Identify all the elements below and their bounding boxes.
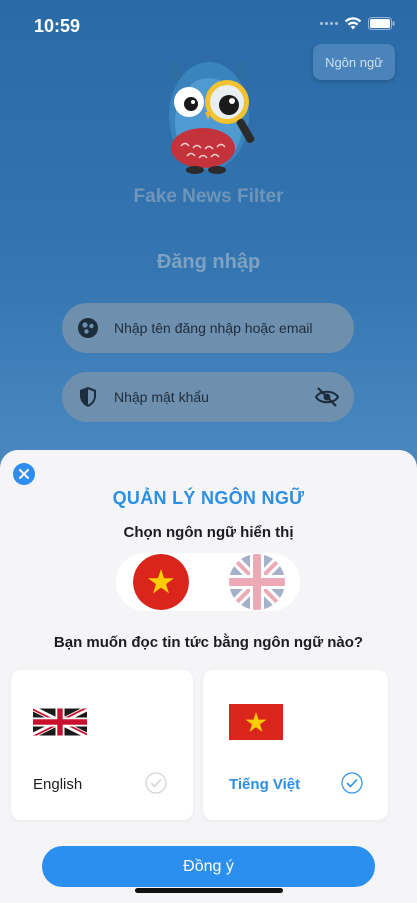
battery-icon [368, 16, 395, 30]
shield-icon [76, 385, 100, 409]
status-bar: 10:59 [0, 0, 417, 50]
language-button[interactable]: Ngôn ngữ [313, 44, 395, 80]
display-language-toggle[interactable] [116, 553, 300, 611]
confirm-button[interactable]: Đồng ý [42, 846, 375, 887]
status-icons [320, 16, 395, 30]
language-sheet: QUẢN LÝ NGÔN NGỮ Chọn ngôn ngữ hiển thị [0, 450, 417, 903]
password-field[interactable]: Nhập mật khẩu [62, 372, 354, 422]
uk-flag-icon [33, 708, 87, 736]
login-title: Đăng nhập [156, 251, 261, 273]
status-time: 10:59 [34, 16, 81, 36]
password-placeholder: Nhập mật khẩu [114, 389, 209, 405]
news-language-prompt: Bạn muốn đọc tin tức bằng ngôn ngữ nào? [53, 634, 364, 651]
cellular-signal-icon [320, 21, 338, 25]
wifi-icon [344, 16, 362, 30]
language-option-label: English [33, 776, 83, 793]
close-icon[interactable] [13, 463, 35, 485]
user-group-icon [76, 316, 100, 340]
check-circle-icon [145, 772, 167, 794]
display-language-prompt: Chọn ngôn ngữ hiển thị [123, 524, 294, 541]
owl-logo [155, 50, 265, 178]
username-field[interactable]: Nhập tên đăng nhập hoặc email [62, 303, 354, 353]
vietnam-flag-icon[interactable] [133, 554, 189, 610]
app-name: Fake News Filter [133, 186, 284, 207]
vietnam-flag-icon [229, 704, 283, 740]
home-indicator [135, 888, 283, 893]
language-option-english[interactable]: English [11, 670, 193, 820]
sheet-title: QUẢN LÝ NGÔN NGỮ [112, 488, 305, 508]
eye-off-icon[interactable] [314, 385, 340, 412]
language-option-label: Tiếng Việt [229, 776, 301, 793]
language-option-vietnamese[interactable]: Tiếng Việt [203, 670, 388, 820]
check-circle-icon [341, 772, 363, 794]
username-placeholder: Nhập tên đăng nhập hoặc email [114, 320, 313, 336]
uk-flag-icon[interactable] [229, 554, 285, 610]
